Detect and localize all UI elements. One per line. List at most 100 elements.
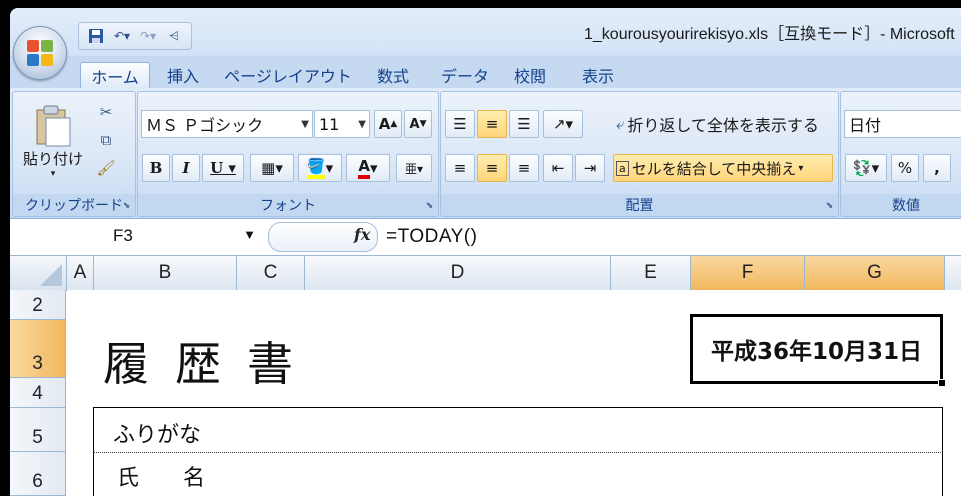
name-label[interactable]: 氏 名 (117, 460, 205, 492)
currency-icon: 💱 (852, 159, 872, 177)
dialog-launcher-icon[interactable]: ⬊ (121, 201, 132, 212)
tab-home[interactable]: ホーム (80, 62, 150, 89)
decrease-indent-button[interactable]: ⇤ (543, 154, 573, 182)
alignment-group-label: 配置 (441, 194, 838, 216)
clipboard-group: 貼り付け ▾ ✂ ⧉ 🖌 クリップボード ⬊ (12, 91, 136, 217)
office-logo-icon (27, 40, 53, 66)
copy-button[interactable]: ⧉ (93, 128, 119, 152)
fill-color-button[interactable]: 🪣 ▾ (298, 154, 342, 182)
cut-button[interactable]: ✂ (93, 100, 119, 124)
title-bar: ↶▾ ↷▾ ⩤ 1_kourousyourirekisyo.xls［互換モード］… (10, 8, 961, 56)
align-bottom-button[interactable]: ☰ (509, 110, 539, 138)
row-header-3[interactable]: 3 (10, 320, 66, 378)
number-group: 日付 💱 ▾ % , 数値 (840, 91, 961, 217)
formula-input[interactable]: =TODAY() (386, 226, 477, 248)
select-all-button[interactable] (10, 256, 67, 290)
column-header-f[interactable]: F (691, 256, 805, 290)
number-format-select[interactable]: 日付 (844, 110, 961, 138)
underline-button[interactable]: U ▾ (202, 154, 244, 182)
tab-view[interactable]: 表示 (570, 62, 626, 88)
align-top-button[interactable]: ☰ (445, 110, 475, 138)
clipboard-group-label: クリップボード (13, 194, 135, 216)
chevron-down-icon: ▼ (358, 119, 366, 130)
formula-bar: F3 ▼ fx =TODAY() (10, 219, 961, 256)
office-button[interactable] (13, 26, 67, 80)
document-title-cell[interactable]: 履歴書 (103, 328, 319, 394)
align-middle-button[interactable]: ≡ (477, 110, 507, 138)
customize-qat-icon[interactable]: ⩤ (163, 26, 185, 46)
redo-icon[interactable]: ↷▾ (137, 26, 159, 46)
align-middle-icon: ≡ (485, 115, 499, 133)
font-color-button[interactable]: A ▾ (346, 154, 390, 182)
grow-font-button[interactable]: A ▲ (374, 110, 402, 138)
dialog-launcher-icon[interactable]: ⬊ (824, 201, 835, 212)
chevron-down-icon: ▼ (301, 119, 309, 130)
insert-function-icon[interactable]: fx (354, 225, 370, 244)
quick-access-toolbar: ↶▾ ↷▾ ⩤ (78, 22, 192, 50)
decrease-indent-icon: ⇤ (551, 159, 565, 177)
brush-icon: 🖌 (96, 159, 116, 177)
paste-button[interactable]: 貼り付け ▾ (19, 98, 87, 184)
number-group-label: 数値 (841, 194, 961, 216)
font-size-select[interactable]: 11 ▼ (314, 110, 370, 138)
row-header-2[interactable]: 2 (10, 290, 66, 320)
align-right-icon: ≡ (517, 159, 531, 177)
column-header-d[interactable]: D (305, 256, 611, 290)
font-group: ＭＳ Ｐゴシック ▼ 11 ▼ A ▲ A ▼ B I U ▾ ▦ ▾ 🪣 ▾ A ▾ … (137, 91, 439, 217)
chevron-down-icon: ▼ (243, 227, 256, 242)
alignment-group: ☰ ≡ ☰ ↗▾ ≡ ≡ ≡ ⇤ ⇥ ⤶ 折り返して全体を表示する a セルを結合し… (440, 91, 839, 217)
align-left-button[interactable]: ≡ (445, 154, 475, 182)
shrink-font-button[interactable]: A ▼ (404, 110, 432, 138)
percent-button[interactable]: % (891, 154, 919, 182)
scissors-icon: ✂ (99, 103, 113, 121)
merge-cells-icon: a (616, 160, 629, 176)
align-center-button[interactable]: ≡ (477, 154, 507, 182)
date-value: 平成36年10月31日 (710, 339, 923, 365)
furigana-label[interactable]: ふりがな (113, 417, 201, 449)
font-name-select[interactable]: ＭＳ Ｐゴシック ▼ (141, 110, 313, 138)
dialog-launcher-icon[interactable]: ⬊ (424, 201, 435, 212)
tab-page-layout[interactable]: ページレイアウト (220, 62, 356, 88)
column-header-e[interactable]: E (611, 256, 691, 290)
column-header-a[interactable]: A (67, 256, 94, 290)
format-painter-button[interactable]: 🖌 (93, 156, 119, 180)
window-title: 1_kourousyourirekisyo.xls［互換モード］- Micros… (584, 26, 955, 43)
tab-review[interactable]: 校閲 (505, 62, 555, 88)
undo-icon[interactable]: ↶▾ (111, 26, 133, 46)
comma-button[interactable]: , (923, 154, 951, 182)
italic-button[interactable]: I (172, 154, 200, 182)
merge-center-button[interactable]: a セルを結合して中央揃え ▾ (613, 154, 833, 182)
chevron-down-icon: ▾ (798, 162, 804, 174)
tab-data[interactable]: データ (432, 62, 498, 88)
name-box[interactable]: F3 ▼ (10, 223, 262, 249)
row-header-4[interactable]: 4 (10, 378, 66, 408)
align-left-icon: ≡ (453, 159, 467, 177)
align-bottom-icon: ☰ (517, 115, 531, 133)
row-header-6[interactable]: 6 (10, 452, 66, 496)
row-header-5[interactable]: 5 (10, 408, 66, 452)
align-center-icon: ≡ (485, 159, 499, 177)
column-header-b[interactable]: B (94, 256, 237, 290)
font-group-label: フォント (138, 194, 438, 216)
tab-formulas[interactable]: 数式 (365, 62, 421, 88)
orientation-button[interactable]: ↗▾ (543, 110, 583, 138)
column-header-g[interactable]: G (805, 256, 945, 290)
borders-button[interactable]: ▦ ▾ (250, 154, 294, 182)
tab-insert[interactable]: 挿入 (155, 62, 211, 88)
accounting-format-button[interactable]: 💱 ▾ (845, 154, 887, 182)
paste-label: 貼り付け (22, 149, 83, 168)
fill-handle[interactable] (938, 379, 946, 387)
copy-icon: ⧉ (100, 131, 112, 149)
column-header-c[interactable]: C (237, 256, 305, 290)
column-headers: A B C D E F G (10, 256, 961, 291)
save-icon[interactable] (85, 26, 107, 46)
chevron-down-icon: ▾ (50, 168, 56, 179)
align-right-button[interactable]: ≡ (509, 154, 539, 182)
phonetic-button[interactable]: 亜▾ (396, 154, 432, 182)
align-top-icon: ☰ (453, 115, 467, 133)
font-color-icon: A (358, 157, 371, 179)
date-cell-selected[interactable]: 平成36年10月31日 (690, 314, 946, 387)
increase-indent-button[interactable]: ⇥ (575, 154, 605, 182)
bold-button[interactable]: B (142, 154, 170, 182)
wrap-text-button[interactable]: ⤶ 折り返して全体を表示する (613, 110, 831, 138)
